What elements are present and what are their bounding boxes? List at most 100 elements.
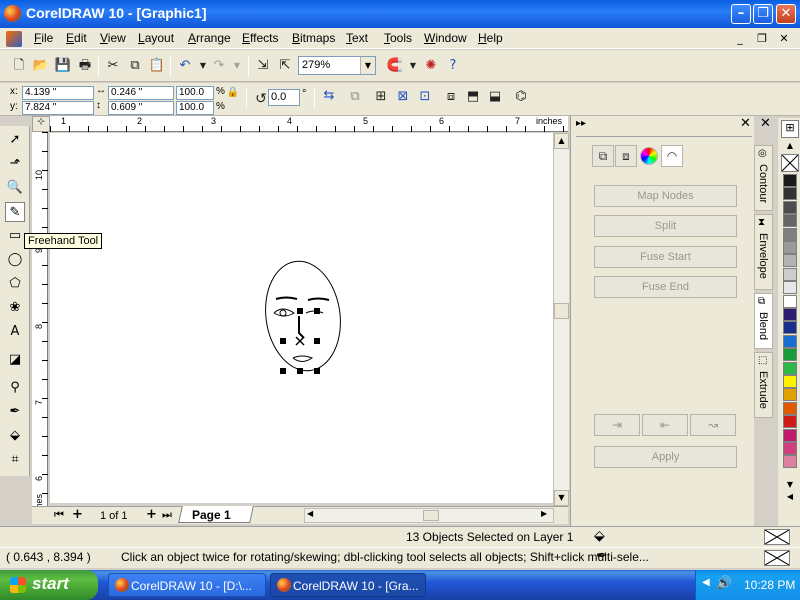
color-swatch[interactable] (783, 267, 797, 281)
color-swatch[interactable] (783, 214, 797, 228)
color-swatch[interactable] (783, 442, 797, 455)
taskbar-item-active[interactable]: CorelDRAW 10 - [Gra... (270, 573, 426, 597)
horizontal-scrollbar[interactable]: ◀ ▶ (304, 508, 554, 523)
tray-expand-icon[interactable]: ◀ (702, 577, 710, 588)
menu-help[interactable]: Help (478, 31, 503, 45)
new-icon[interactable]: 🗋 (8, 55, 30, 77)
minimize-button[interactable]: – (731, 4, 751, 24)
polygon-tool-icon[interactable]: ⬠ (5, 274, 25, 294)
scroll-thumb[interactable] (554, 303, 569, 319)
color-swatch[interactable] (783, 321, 797, 335)
trim-icon[interactable]: ⬒ (462, 86, 484, 108)
open-folder-icon[interactable]: 📂 (30, 55, 52, 77)
color-swatch[interactable] (783, 348, 797, 362)
first-page-icon[interactable]: ⏮ (54, 508, 64, 522)
menu-layout[interactable]: Layout (138, 31, 174, 45)
menu-bitmaps[interactable]: Bitmaps (292, 31, 335, 45)
drawing-canvas[interactable] (50, 133, 553, 503)
combine-icon[interactable]: ⊡ (414, 86, 436, 108)
corel-online-icon[interactable]: ✺ (420, 55, 442, 77)
menu-text[interactable]: Text (346, 31, 368, 45)
restore-button[interactable]: ❐ (753, 4, 773, 24)
copy-icon[interactable]: ⧉ (124, 55, 146, 77)
color-swatch[interactable] (783, 254, 797, 268)
vertical-scrollbar[interactable]: ▲ ▼ (553, 133, 569, 506)
start-button[interactable]: start (0, 570, 98, 600)
palette-scroll-down-icon[interactable]: ▼ (781, 480, 799, 490)
split-button[interactable]: Split (594, 215, 737, 237)
pick-tool-icon[interactable]: ➚ (5, 130, 25, 150)
scroll-right-arrow-icon[interactable]: ▶ (541, 509, 547, 518)
group-icon[interactable]: ⧉ (344, 86, 366, 108)
menu-tools[interactable]: Tools (384, 31, 412, 45)
fuse-end-button[interactable]: Fuse End (594, 276, 737, 298)
blend-misc-icon[interactable]: ◠ (661, 145, 683, 167)
shape-tool-icon[interactable]: ⬏ (5, 154, 25, 174)
zoom-combobox[interactable]: 279% ▼ (298, 56, 376, 75)
no-color-swatch[interactable] (781, 154, 799, 172)
outline-none-swatch[interactable] (764, 550, 790, 566)
color-swatch[interactable] (783, 174, 797, 187)
add-page-before-icon[interactable]: + (72, 507, 83, 522)
import-icon[interactable]: ⇲ (252, 55, 274, 77)
add-page-after-icon[interactable]: + (146, 507, 157, 522)
width-field[interactable]: 0.246 " (108, 86, 174, 100)
palette-options-icon[interactable]: ⊞ (781, 120, 799, 138)
eyedropper-icon[interactable]: ⚲ (5, 378, 25, 398)
color-swatch[interactable] (783, 388, 797, 402)
menu-window[interactable]: Window (424, 31, 467, 45)
rectangle-tool-icon[interactable]: ▭ (5, 226, 25, 246)
color-swatch[interactable] (783, 401, 797, 415)
color-swatch[interactable] (783, 361, 797, 375)
tab-contour[interactable]: ◎ Contour (754, 145, 773, 211)
color-swatch[interactable] (783, 428, 797, 442)
map-nodes-button[interactable]: Map Nodes (594, 185, 737, 207)
palette-expand-icon[interactable]: ◀ (781, 492, 799, 504)
blend-reverse-icon[interactable]: ⇤ (642, 414, 688, 436)
coreldraw-app-icon[interactable] (4, 5, 21, 22)
fill-bucket-icon[interactable]: ⬙ (5, 426, 25, 446)
color-swatch[interactable] (783, 281, 797, 295)
color-swatch[interactable] (783, 187, 797, 201)
color-swatch[interactable] (783, 200, 797, 214)
outline-pen-icon[interactable]: ✒ (5, 402, 25, 422)
interactive-fill-icon[interactable]: ⌗ (5, 450, 25, 470)
scale-width-field[interactable]: 100.0 (176, 86, 214, 100)
taskbar-item[interactable]: CorelDRAW 10 - [D:\... (108, 573, 266, 597)
blend-steps-icon[interactable]: ⧉ (592, 145, 614, 167)
menu-arrange[interactable]: Arrange (188, 31, 231, 45)
close-button[interactable]: ✕ (776, 4, 796, 24)
fill-indicator-icon[interactable]: ⬙ (594, 528, 605, 544)
menu-file[interactable]: File (34, 31, 53, 45)
blend-color-wheel-icon[interactable] (640, 147, 658, 165)
ungroup-all-icon[interactable]: ⊠ (392, 86, 414, 108)
print-icon[interactable]: 🖶 (74, 55, 96, 77)
color-swatch[interactable] (783, 241, 797, 254)
mirror-horizontal-icon[interactable]: ⇆ (318, 85, 340, 107)
horizontal-ruler[interactable]: 1 2 3 4 5 6 7 inches (50, 116, 568, 132)
lock-ratio-icon[interactable]: 🔒 (226, 86, 240, 100)
color-swatch[interactable] (783, 294, 797, 308)
cut-icon[interactable]: ✂ (102, 55, 124, 77)
menu-view[interactable]: View (100, 31, 126, 45)
convert-to-curves-icon[interactable]: ⌬ (510, 86, 532, 108)
menu-edit[interactable]: Edit (66, 31, 87, 45)
palette-scroll-up-icon[interactable]: ▲ (781, 141, 799, 151)
tab-envelope[interactable]: ⧗ Envelope (754, 214, 773, 290)
volume-icon[interactable]: 🔊 (716, 576, 732, 591)
save-icon[interactable]: 💾 (52, 55, 74, 77)
scale-height-field[interactable]: 100.0 (176, 101, 214, 115)
color-swatch[interactable] (783, 334, 797, 348)
tab-extrude[interactable]: ⬚ Extrude (754, 352, 773, 418)
x-position-field[interactable]: 4.139 " (22, 86, 94, 100)
interactive-blend-icon[interactable]: ◪ (5, 350, 25, 370)
menu-effects[interactable]: Effects (242, 31, 278, 45)
tab-blend[interactable]: ⧉ Blend (754, 293, 773, 349)
scroll-down-arrow-icon[interactable]: ▼ (554, 490, 569, 506)
blend-path-icon[interactable]: ↝ (690, 414, 736, 436)
weld-icon[interactable]: ⧈ (440, 86, 462, 108)
zoom-tool-icon[interactable]: 🔍 (5, 178, 25, 198)
whats-this-help-icon[interactable]: ? (442, 55, 464, 77)
redo-dropdown-icon[interactable]: ▼ (226, 55, 248, 77)
intersect-icon[interactable]: ⬓ (484, 86, 506, 108)
